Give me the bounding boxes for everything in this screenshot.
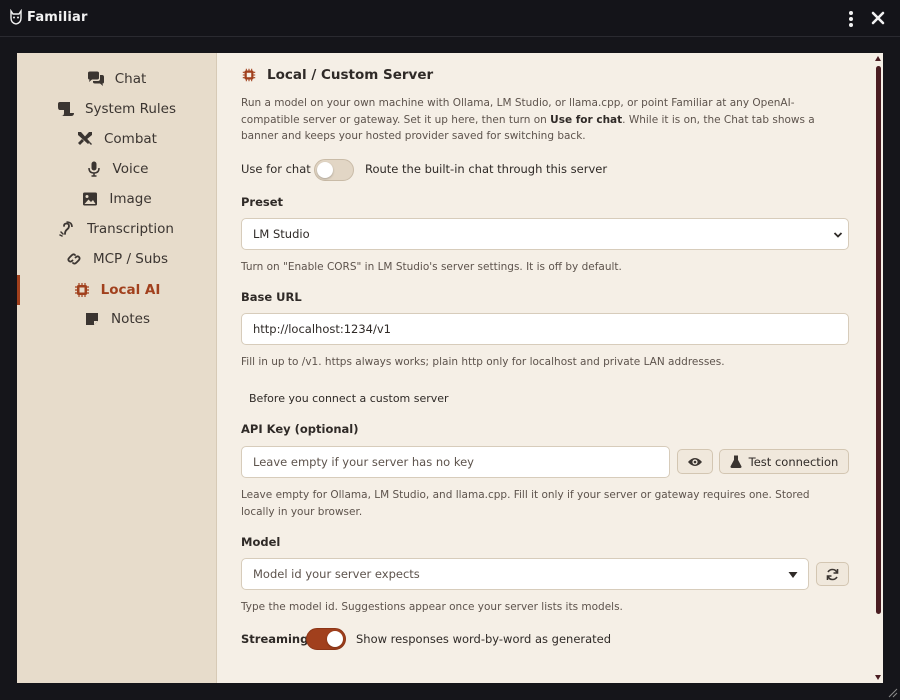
link-icon xyxy=(65,251,83,267)
sidebar-item-voice[interactable]: Voice xyxy=(17,154,216,184)
preset-help: Turn on "Enable CORS" in LM Studio's ser… xyxy=(241,261,622,273)
sidebar-item-label: Notes xyxy=(111,311,150,327)
section-title-text: Local / Custom Server xyxy=(267,67,434,83)
base-url-help: Fill in up to /v1. https always works; p… xyxy=(241,356,725,368)
sidebar-item-label: System Rules xyxy=(84,101,177,117)
title-bar: Familiar xyxy=(0,0,900,37)
sidebar-item-label: Image xyxy=(109,191,152,207)
sidebar-item-image[interactable]: Image xyxy=(17,184,216,214)
streaming-toggle[interactable] xyxy=(306,628,346,650)
microphone-icon xyxy=(85,161,103,177)
test-connection-label: Test connection xyxy=(748,454,839,469)
streaming-description: Show responses word-by-word as generated xyxy=(356,632,612,646)
sidebar-item-system-rules[interactable]: System Rules xyxy=(17,94,216,124)
sidebar-item-combat[interactable]: Combat xyxy=(17,124,216,154)
before-connect-disclosure[interactable]: Before you connect a custom server xyxy=(249,392,449,405)
flask-icon xyxy=(730,455,742,468)
scroll-down-icon[interactable] xyxy=(875,675,881,680)
chip-icon xyxy=(242,68,256,82)
sidebar-item-local-ai[interactable]: Local AI xyxy=(17,275,216,305)
preset-select[interactable]: LM Studio xyxy=(241,218,849,250)
sidebar-item-label: Chat xyxy=(114,71,147,87)
app-title: Familiar xyxy=(27,10,88,25)
model-help: Type the model id. Suggestions appear on… xyxy=(241,601,623,613)
section-title: Local / Custom Server xyxy=(241,67,433,83)
sidebar-item-chat[interactable]: Chat xyxy=(17,64,216,94)
ear-icon xyxy=(59,221,77,237)
refresh-models-button[interactable] xyxy=(816,562,849,586)
preset-selected-value: LM Studio xyxy=(253,227,310,241)
crossed-swords-icon xyxy=(76,131,94,147)
resize-grip-icon[interactable] xyxy=(886,686,898,698)
use-for-chat-description: Route the built-in chat through this ser… xyxy=(365,162,608,176)
use-for-chat-toggle[interactable] xyxy=(314,159,354,181)
scrollbar-thumb[interactable] xyxy=(876,66,881,614)
scroll-up-icon[interactable] xyxy=(875,56,881,61)
base-url-value: http://localhost:1234/v1 xyxy=(253,322,391,336)
show-key-button[interactable] xyxy=(677,449,713,474)
description-emphasis: Use for chat xyxy=(550,113,623,126)
sidebar-item-label: Transcription xyxy=(87,221,174,237)
sidebar-item-transcription[interactable]: Transcription xyxy=(17,214,216,244)
close-icon[interactable] xyxy=(868,8,888,28)
note-icon xyxy=(83,311,101,327)
scroll-icon xyxy=(57,101,75,117)
sidebar-item-mcp-subs[interactable]: MCP / Subs xyxy=(17,244,216,274)
sidebar-item-label: Local AI xyxy=(100,282,161,298)
local-ai-settings: Local / Custom Server Run a model on you… xyxy=(241,53,861,683)
more-options-icon[interactable] xyxy=(843,10,859,28)
sidebar-item-notes[interactable]: Notes xyxy=(17,304,216,334)
sidebar-item-label: Voice xyxy=(112,161,149,177)
preset-label: Preset xyxy=(241,195,284,209)
chat-bubbles-icon xyxy=(87,71,105,87)
api-key-label: API Key (optional) xyxy=(241,422,359,436)
api-key-help: Leave empty for Ollama, LM Studio, and l… xyxy=(241,489,810,518)
toggle-knob xyxy=(317,162,333,178)
refresh-icon xyxy=(826,568,839,580)
familiar-logo-icon xyxy=(10,9,22,25)
sidebar: Chat System Rules Combat Voice Image Tra… xyxy=(17,53,217,683)
sidebar-item-label: Combat xyxy=(104,131,157,147)
chevron-down-icon xyxy=(833,232,843,238)
eye-icon xyxy=(688,457,702,466)
api-key-input[interactable]: Leave empty if your server has no key xyxy=(241,446,670,478)
test-connection-button[interactable]: Test connection xyxy=(719,449,849,474)
streaming-label: Streaming xyxy=(241,632,309,646)
base-url-input[interactable]: http://localhost:1234/v1 xyxy=(241,313,849,345)
section-description: Run a model on your own machine with Oll… xyxy=(241,95,841,145)
model-combobox[interactable]: Model id your server expects xyxy=(241,558,809,590)
use-for-chat-label: Use for chat xyxy=(241,162,311,176)
api-key-placeholder: Leave empty if your server has no key xyxy=(253,455,474,469)
model-label: Model xyxy=(241,535,281,549)
toggle-knob xyxy=(327,631,343,647)
caret-down-icon xyxy=(788,572,798,578)
base-url-label: Base URL xyxy=(241,290,302,304)
model-placeholder: Model id your server expects xyxy=(253,567,420,581)
image-icon xyxy=(81,191,99,207)
chip-icon xyxy=(73,282,91,298)
sidebar-item-label: MCP / Subs xyxy=(92,251,169,267)
settings-panel: Chat System Rules Combat Voice Image Tra… xyxy=(17,53,883,683)
